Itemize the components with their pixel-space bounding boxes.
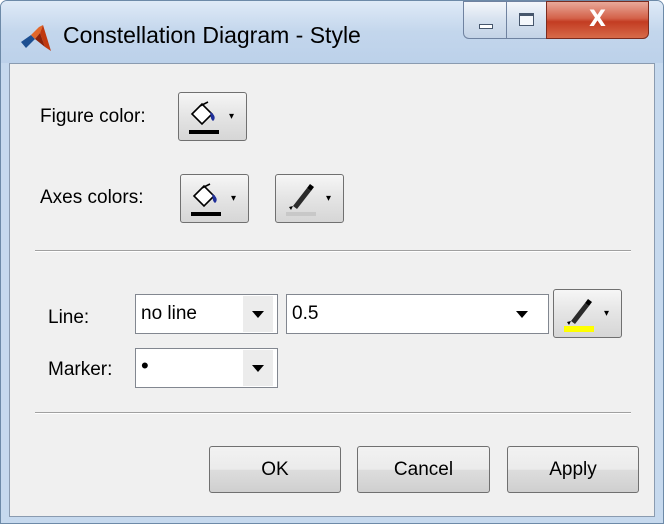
close-button[interactable]: X (546, 1, 649, 39)
line-style-value: no line (141, 303, 197, 324)
minimize-button[interactable] (463, 1, 506, 39)
axes-line-color-button[interactable]: ▾ (275, 174, 344, 223)
paint-bucket-icon (192, 183, 217, 208)
maximize-icon (519, 13, 534, 26)
maximize-button[interactable] (506, 1, 546, 39)
close-icon: X (589, 7, 606, 32)
window-title: Constellation Diagram - Style (63, 22, 361, 48)
section-divider (35, 250, 631, 252)
caption-buttons: X (463, 1, 649, 41)
apply-button[interactable]: Apply (507, 446, 639, 493)
axes-fill-color-button[interactable]: ▾ (180, 174, 249, 223)
line-color-swatch (286, 212, 316, 216)
dialog-window: Constellation Diagram - Style X Figure c… (0, 0, 664, 524)
pen-icon (567, 299, 592, 325)
dialog-body: Figure color: ▾ Axes colors: ▾ ▾ Line: n… (9, 63, 655, 517)
section-divider (35, 412, 631, 414)
chevron-down-icon: ▾ (231, 193, 237, 204)
chevron-down-icon: ▾ (604, 308, 610, 319)
line-width-value: 0.5 (292, 303, 319, 324)
line-color-button[interactable]: ▾ (553, 289, 622, 338)
matlab-membrane-icon (21, 25, 51, 51)
title-bar[interactable]: Constellation Diagram - Style X (1, 1, 663, 63)
line-color-swatch (564, 326, 594, 332)
line-style-dropdown-button[interactable] (243, 296, 273, 332)
cancel-button[interactable]: Cancel (357, 446, 490, 493)
minimize-icon (479, 24, 493, 29)
ok-button[interactable]: OK (209, 446, 341, 493)
chevron-down-icon (252, 365, 264, 372)
fill-color-swatch (189, 130, 219, 134)
chevron-down-icon: ▾ (229, 111, 235, 122)
pen-icon (289, 184, 314, 210)
figure-color-button[interactable]: ▾ (178, 92, 247, 141)
chevron-down-icon (252, 311, 264, 318)
line-width-select[interactable]: 0.5 (286, 294, 549, 334)
marker-select[interactable]: • (135, 348, 278, 388)
marker-label: Marker: (48, 359, 113, 380)
chevron-down-icon[interactable] (516, 311, 528, 318)
chevron-down-icon: ▾ (326, 193, 332, 204)
line-label: Line: (48, 307, 90, 328)
marker-value: • (141, 353, 149, 378)
fill-color-swatch (191, 212, 221, 216)
figure-color-label: Figure color: (40, 106, 146, 127)
line-style-select[interactable]: no line (135, 294, 278, 334)
paint-bucket-icon (190, 101, 215, 126)
marker-dropdown-button[interactable] (243, 350, 273, 386)
axes-colors-label: Axes colors: (40, 187, 144, 208)
